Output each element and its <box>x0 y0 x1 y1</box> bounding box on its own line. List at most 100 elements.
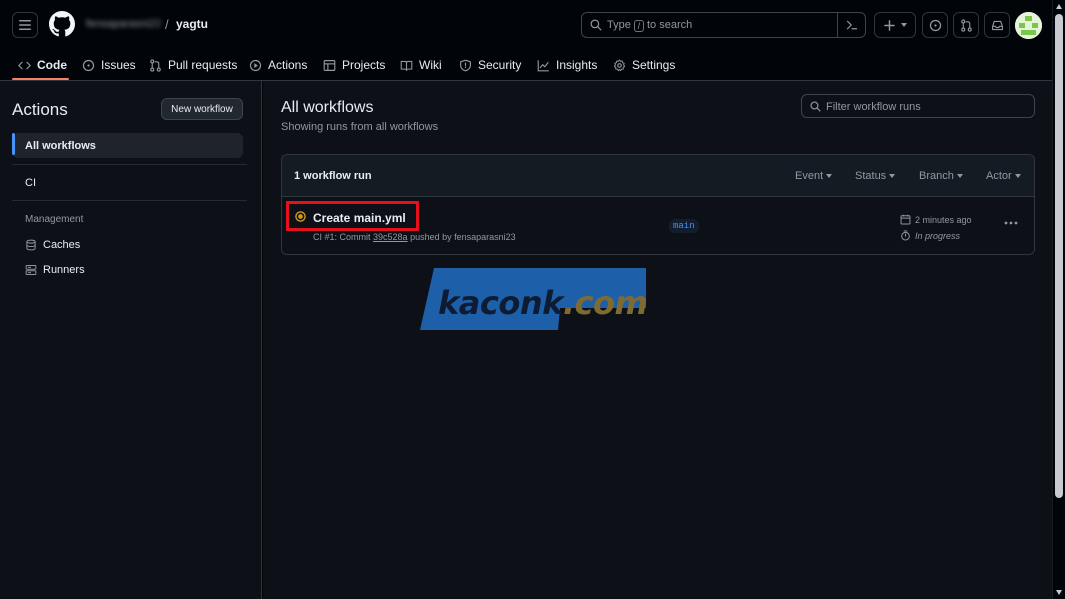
menu-button[interactable] <box>12 12 38 38</box>
runs-count: 1 workflow run <box>294 170 372 182</box>
inbox-icon <box>991 20 1003 30</box>
sidebar-item-label: CI <box>25 176 36 189</box>
dropdown-label: Actor <box>986 170 1012 182</box>
search-placeholder: Type / to search <box>607 19 693 32</box>
hamburger-icon <box>19 20 31 30</box>
workflow-run-row[interactable]: Create main.yml CI #1: Commit 39c528a pu… <box>282 197 1034 254</box>
search-icon <box>810 101 821 112</box>
search-icon <box>590 19 602 31</box>
code-icon <box>18 61 31 69</box>
sidebar-item-label: Runners <box>43 264 85 276</box>
tab-label: Issues <box>101 58 136 72</box>
run-title-link[interactable]: Create main.yml <box>313 211 406 225</box>
status-filter-dropdown[interactable]: Status <box>855 170 896 182</box>
repo-tabs: Code Issues Pull requests Actions Projec… <box>0 49 1052 81</box>
page-scrollbar[interactable] <box>1052 0 1065 599</box>
identicon-icon <box>1015 12 1042 39</box>
commit-sha-link[interactable]: 39c528a <box>373 232 408 242</box>
tab-label: Code <box>37 58 67 72</box>
run-timestamp: 2 minutes ago <box>900 214 972 225</box>
dropdown-label: Branch <box>919 170 954 182</box>
plus-icon <box>883 19 895 31</box>
sidebar-section-label: Management <box>25 214 84 225</box>
tab-actions[interactable]: Actions <box>249 49 307 81</box>
breadcrumb-separator: / <box>165 17 169 32</box>
global-search-input[interactable]: Type / to search <box>581 12 866 38</box>
database-icon <box>26 239 36 251</box>
in-progress-icon <box>295 211 306 222</box>
tab-code[interactable]: Code <box>18 49 67 81</box>
play-icon <box>249 59 262 71</box>
active-item-indicator <box>12 133 15 155</box>
watermark-logo: kaconk.com <box>420 268 648 332</box>
actor-filter-dropdown[interactable]: Actor <box>986 170 1021 182</box>
kebab-menu-icon[interactable] <box>1004 221 1018 225</box>
pull-requests-button[interactable] <box>953 12 979 38</box>
tab-projects[interactable]: Projects <box>323 49 385 81</box>
scroll-up-icon[interactable] <box>1056 4 1062 9</box>
run-state-text: In progress <box>915 230 961 241</box>
repo-owner-link[interactable]: fensaparasni23 <box>86 18 160 31</box>
table-icon <box>323 59 336 71</box>
sidebar-item-all-workflows[interactable]: All workflows <box>12 133 243 158</box>
branch-filter-dropdown[interactable]: Branch <box>919 170 963 182</box>
tab-label: Security <box>478 58 522 72</box>
caret-down-icon <box>1014 174 1021 178</box>
run-time-text: 2 minutes ago <box>915 214 972 225</box>
sidebar-item-label: All workflows <box>25 139 96 152</box>
sidebar-item-label: Caches <box>43 239 81 251</box>
caret-down-icon <box>826 174 833 178</box>
sidebar-item-runners[interactable]: Runners <box>25 262 85 278</box>
gear-icon <box>613 58 626 71</box>
repo-name-link[interactable]: yagtu <box>176 17 208 31</box>
inbox-button[interactable] <box>984 12 1010 38</box>
tab-wiki[interactable]: Wiki <box>400 49 442 81</box>
event-filter-dropdown[interactable]: Event <box>795 170 833 182</box>
tab-label: Insights <box>556 58 598 72</box>
tab-issues[interactable]: Issues <box>82 49 136 81</box>
stopwatch-icon <box>901 230 910 241</box>
pull-request-icon <box>960 18 972 32</box>
sidebar-item-ci[interactable]: CI <box>12 170 243 195</box>
server-icon <box>25 265 37 275</box>
book-icon <box>400 60 413 71</box>
filter-runs-input[interactable] <box>826 99 1026 114</box>
dropdown-label: Status <box>855 170 887 182</box>
pull-request-icon <box>150 58 161 72</box>
actions-sidebar: Actions New workflow All workflows CI Ma… <box>0 81 262 599</box>
sidebar-title: Actions <box>12 100 68 119</box>
tab-label: Wiki <box>419 58 442 72</box>
caret-down-icon <box>889 174 896 178</box>
filter-runs-field[interactable] <box>801 94 1035 118</box>
calendar-icon <box>900 214 911 225</box>
page-subtitle: Showing runs from all workflows <box>281 121 439 133</box>
tab-pull-requests[interactable]: Pull requests <box>149 49 237 81</box>
scrollbar-thumb[interactable] <box>1055 14 1063 498</box>
graph-icon <box>537 59 549 71</box>
sidebar-item-caches[interactable]: Caches <box>25 237 80 253</box>
tab-security[interactable]: Security <box>459 49 521 81</box>
user-avatar[interactable] <box>1015 12 1042 39</box>
shield-icon <box>460 59 471 71</box>
global-header: fensaparasni23 / yagtu Type / to search <box>0 0 1052 81</box>
tab-label: Settings <box>632 58 676 72</box>
active-tab-indicator <box>12 78 69 80</box>
create-new-button[interactable] <box>874 12 916 38</box>
tab-insights[interactable]: Insights <box>537 49 597 81</box>
workflow-runs-panel: All workflows Showing runs from all work… <box>263 81 1052 599</box>
github-logo-icon[interactable] <box>49 11 75 37</box>
scroll-down-icon[interactable] <box>1056 590 1062 595</box>
new-workflow-button[interactable]: New workflow <box>161 98 243 120</box>
branch-label[interactable]: main <box>669 219 699 233</box>
terminal-icon <box>846 20 857 30</box>
caret-down-icon <box>956 174 963 178</box>
dropdown-label: Event <box>795 170 824 182</box>
command-palette-button[interactable] <box>837 12 865 38</box>
chevron-down-icon <box>900 23 907 27</box>
issue-icon <box>82 59 95 71</box>
page-title: All workflows <box>281 99 374 116</box>
tab-label: Actions <box>268 58 308 72</box>
tab-settings[interactable]: Settings <box>613 49 675 81</box>
issues-button[interactable] <box>922 12 948 38</box>
issue-icon <box>929 19 941 31</box>
